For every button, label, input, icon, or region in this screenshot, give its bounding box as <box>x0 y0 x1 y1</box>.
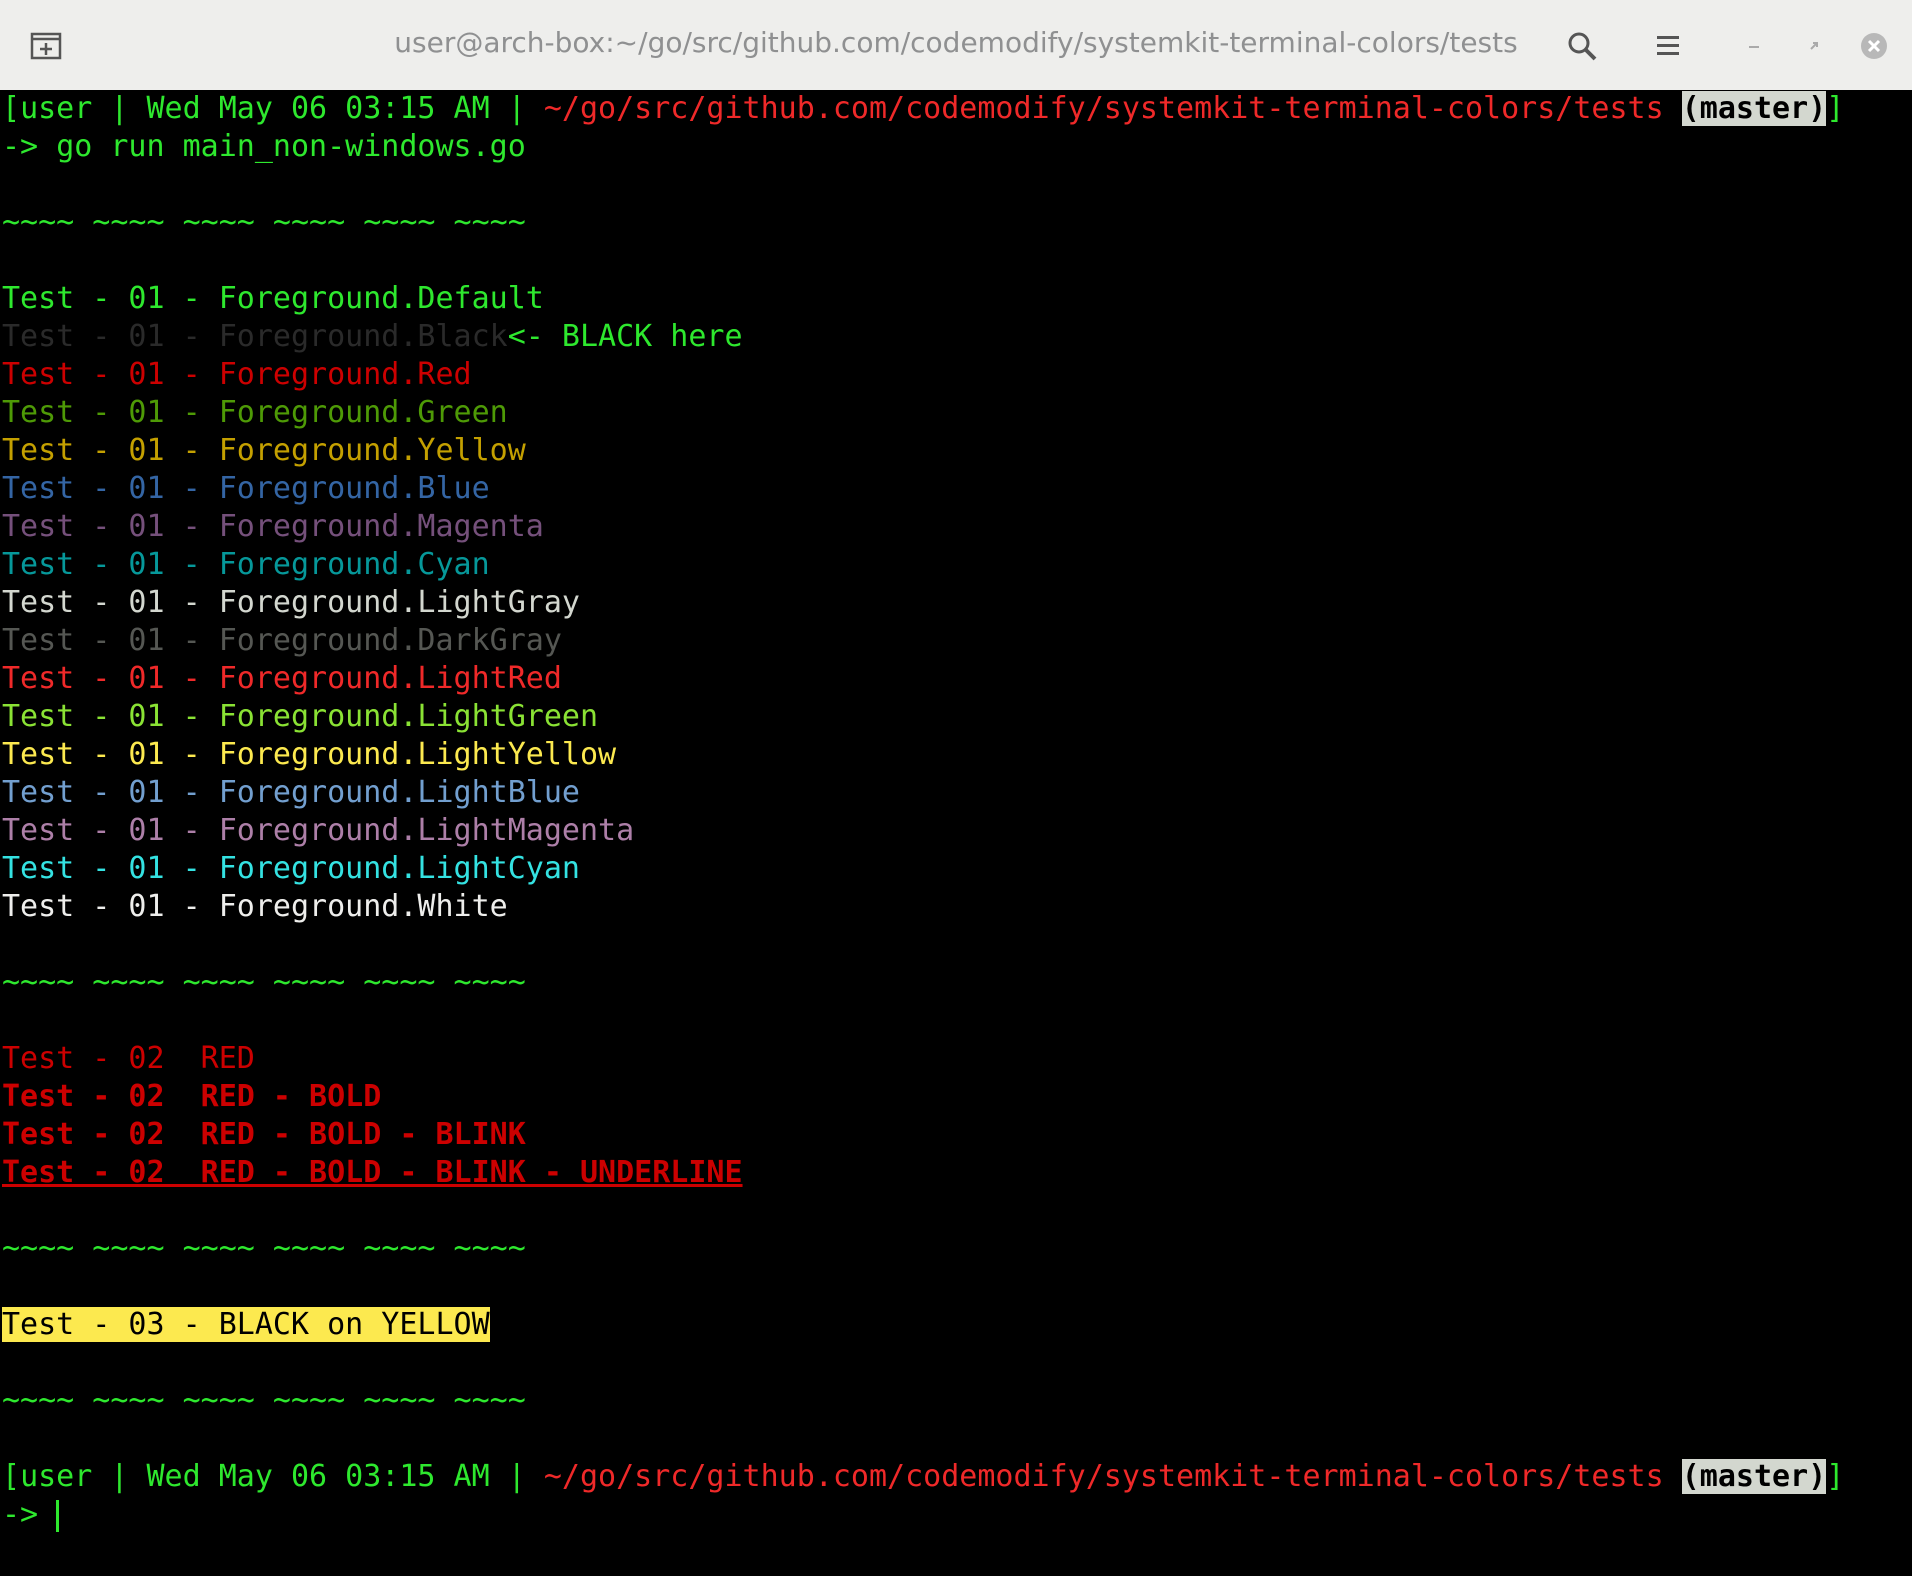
test-02-row: Test - 02 RED - BOLD - BLINK - UNDERLINE <box>2 1154 1912 1192</box>
test-01-text: Test - 01 - Foreground.Black <box>2 319 508 354</box>
prompt-separator: | <box>489 91 544 126</box>
test-01-row: Test - 01 - Foreground.Black<- BLACK her… <box>2 318 1912 356</box>
test-01-row: Test - 01 - Foreground.Green <box>2 394 1912 432</box>
test-01-row: Test - 01 - Foreground.LightBlue <box>2 774 1912 812</box>
test-01-row: Test - 01 - Foreground.DarkGray <box>2 622 1912 660</box>
prompt-branch: (master) <box>1681 91 1827 126</box>
maximize-button[interactable] <box>1792 24 1836 68</box>
test-01-row: Test - 01 - Foreground.LightYellow <box>2 736 1912 774</box>
test-01-text: Test - 01 - Foreground.DarkGray <box>2 623 562 658</box>
command-text: go run main_non-windows.go <box>56 129 526 164</box>
prompt-path: ~/go/src/github.com/codemodify/systemkit… <box>543 1459 1664 1494</box>
prompt-arrow: -> <box>2 1497 57 1532</box>
search-icon <box>1568 32 1597 61</box>
test-02-row: Test - 02 RED <box>2 1041 255 1076</box>
test-01-row: Test - 01 - Foreground.LightRed <box>2 660 1912 698</box>
minimize-icon <box>1749 46 1759 48</box>
test-02-row: Test - 02 RED - BOLD - BLINK <box>2 1117 526 1152</box>
prompt-datetime: Wed May 06 03:15 AM <box>146 91 490 126</box>
test-01-text: Test - 01 - Foreground.Red <box>2 357 472 392</box>
test-01-text: Test - 01 - Foreground.Green <box>2 395 508 430</box>
test-01-note: <- BLACK here <box>507 319 743 354</box>
test-01-text: Test - 01 - Foreground.LightMagenta <box>2 813 635 848</box>
test-01-text: Test - 01 - Foreground.Magenta <box>2 509 544 544</box>
test-01-row: Test - 01 - Foreground.LightGray <box>2 584 1912 622</box>
test-01-row: Test - 01 - Foreground.Yellow <box>2 432 1912 470</box>
prompt-datetime: Wed May 06 03:15 AM <box>146 1459 490 1494</box>
test-03-row: Test - 03 - BLACK on YELLOW <box>2 1306 1912 1344</box>
test-03-text: Test - 03 - BLACK on YELLOW <box>2 1307 490 1342</box>
prompt-line: [user | Wed May 06 03:15 AM | ~/go/src/g… <box>2 1458 1912 1496</box>
test-02-underline-text: Test - 02 RED - BOLD - BLINK - UNDERLINE <box>2 1155 743 1190</box>
terminal-output[interactable]: [user | Wed May 06 03:15 AM | ~/go/src/g… <box>0 90 1912 1576</box>
prompt-arrow: -> <box>2 129 57 164</box>
test-02-row: Test - 02 RED - BOLD <box>2 1079 382 1114</box>
input-line[interactable]: -> <box>2 1496 1912 1534</box>
separator-line: ~~~~ ~~~~ ~~~~ ~~~~ ~~~~ ~~~~ <box>2 1231 526 1266</box>
prompt-branch: (master) <box>1681 1459 1827 1494</box>
prompt-user: user <box>20 91 93 126</box>
test-01-text: Test - 01 - Foreground.LightCyan <box>2 851 580 886</box>
prompt-bracket: ] <box>1826 91 1845 126</box>
close-icon <box>1861 33 1887 59</box>
window-title: user@arch-box:~/go/src/github.com/codemo… <box>394 26 1518 59</box>
separator-line: ~~~~ ~~~~ ~~~~ ~~~~ ~~~~ ~~~~ <box>2 965 526 1000</box>
test-01-row: Test - 01 - Foreground.Default <box>2 280 1912 318</box>
test-01-text: Test - 01 - Foreground.LightBlue <box>2 775 580 810</box>
test-01-text: Test - 01 - Foreground.White <box>2 889 508 924</box>
prompt-separator: | <box>489 1459 544 1494</box>
command-line: -> go run main_non-windows.go <box>2 128 1912 166</box>
search-button[interactable] <box>1560 24 1604 68</box>
terminal-window: user@arch-box:~/go/src/github.com/codemo… <box>0 0 1912 1576</box>
test-01-text: Test - 01 - Foreground.LightRed <box>2 661 562 696</box>
prompt-path: ~/go/src/github.com/codemodify/systemkit… <box>543 91 1664 126</box>
test-01-text: Test - 01 - Foreground.LightYellow <box>2 737 617 772</box>
title-bar[interactable]: user@arch-box:~/go/src/github.com/codemo… <box>0 0 1912 91</box>
prompt-separator: | <box>92 91 147 126</box>
test-01-row: Test - 01 - Foreground.LightGreen <box>2 698 1912 736</box>
test-01-text: Test - 01 - Foreground.Default <box>2 281 544 316</box>
test-01-row: Test - 01 - Foreground.White <box>2 888 1912 926</box>
minimize-button[interactable] <box>1732 24 1776 68</box>
test-01-text: Test - 01 - Foreground.Cyan <box>2 547 490 582</box>
prompt-bracket: [ <box>2 91 21 126</box>
separator-line: ~~~~ ~~~~ ~~~~ ~~~~ ~~~~ ~~~~ <box>2 205 526 240</box>
prompt-bracket: ] <box>1826 1459 1845 1494</box>
separator-line: ~~~~ ~~~~ ~~~~ ~~~~ ~~~~ ~~~~ <box>2 1383 526 1418</box>
prompt-user: user <box>20 1459 93 1494</box>
test-01-text: Test - 01 - Foreground.LightGreen <box>2 699 599 734</box>
test-01-text: Test - 01 - Foreground.Blue <box>2 471 490 506</box>
test-01-row: Test - 01 - Foreground.Cyan <box>2 546 1912 584</box>
close-button[interactable] <box>1852 24 1896 68</box>
text-cursor <box>56 1499 60 1532</box>
menu-button[interactable] <box>1646 24 1690 68</box>
test-01-text: Test - 01 - Foreground.Yellow <box>2 433 526 468</box>
prompt-bracket: [ <box>2 1459 21 1494</box>
test-01-text: Test - 01 - Foreground.LightGray <box>2 585 580 620</box>
test-01-row: Test - 01 - Foreground.Magenta <box>2 508 1912 546</box>
hamburger-menu-icon <box>1657 36 1679 55</box>
prompt-line: [user | Wed May 06 03:15 AM | ~/go/src/g… <box>2 90 1912 128</box>
test-01-row: Test - 01 - Foreground.Blue <box>2 470 1912 508</box>
test-01-row: Test - 01 - Foreground.LightCyan <box>2 850 1912 888</box>
maximize-icon <box>1810 42 1818 50</box>
test-01-row: Test - 01 - Foreground.LightMagenta <box>2 812 1912 850</box>
prompt-separator: | <box>92 1459 147 1494</box>
test-01-row: Test - 01 - Foreground.Red <box>2 356 1912 394</box>
test-01-block: Test - 01 - Foreground.Default Test - 01 … <box>2 280 1912 926</box>
